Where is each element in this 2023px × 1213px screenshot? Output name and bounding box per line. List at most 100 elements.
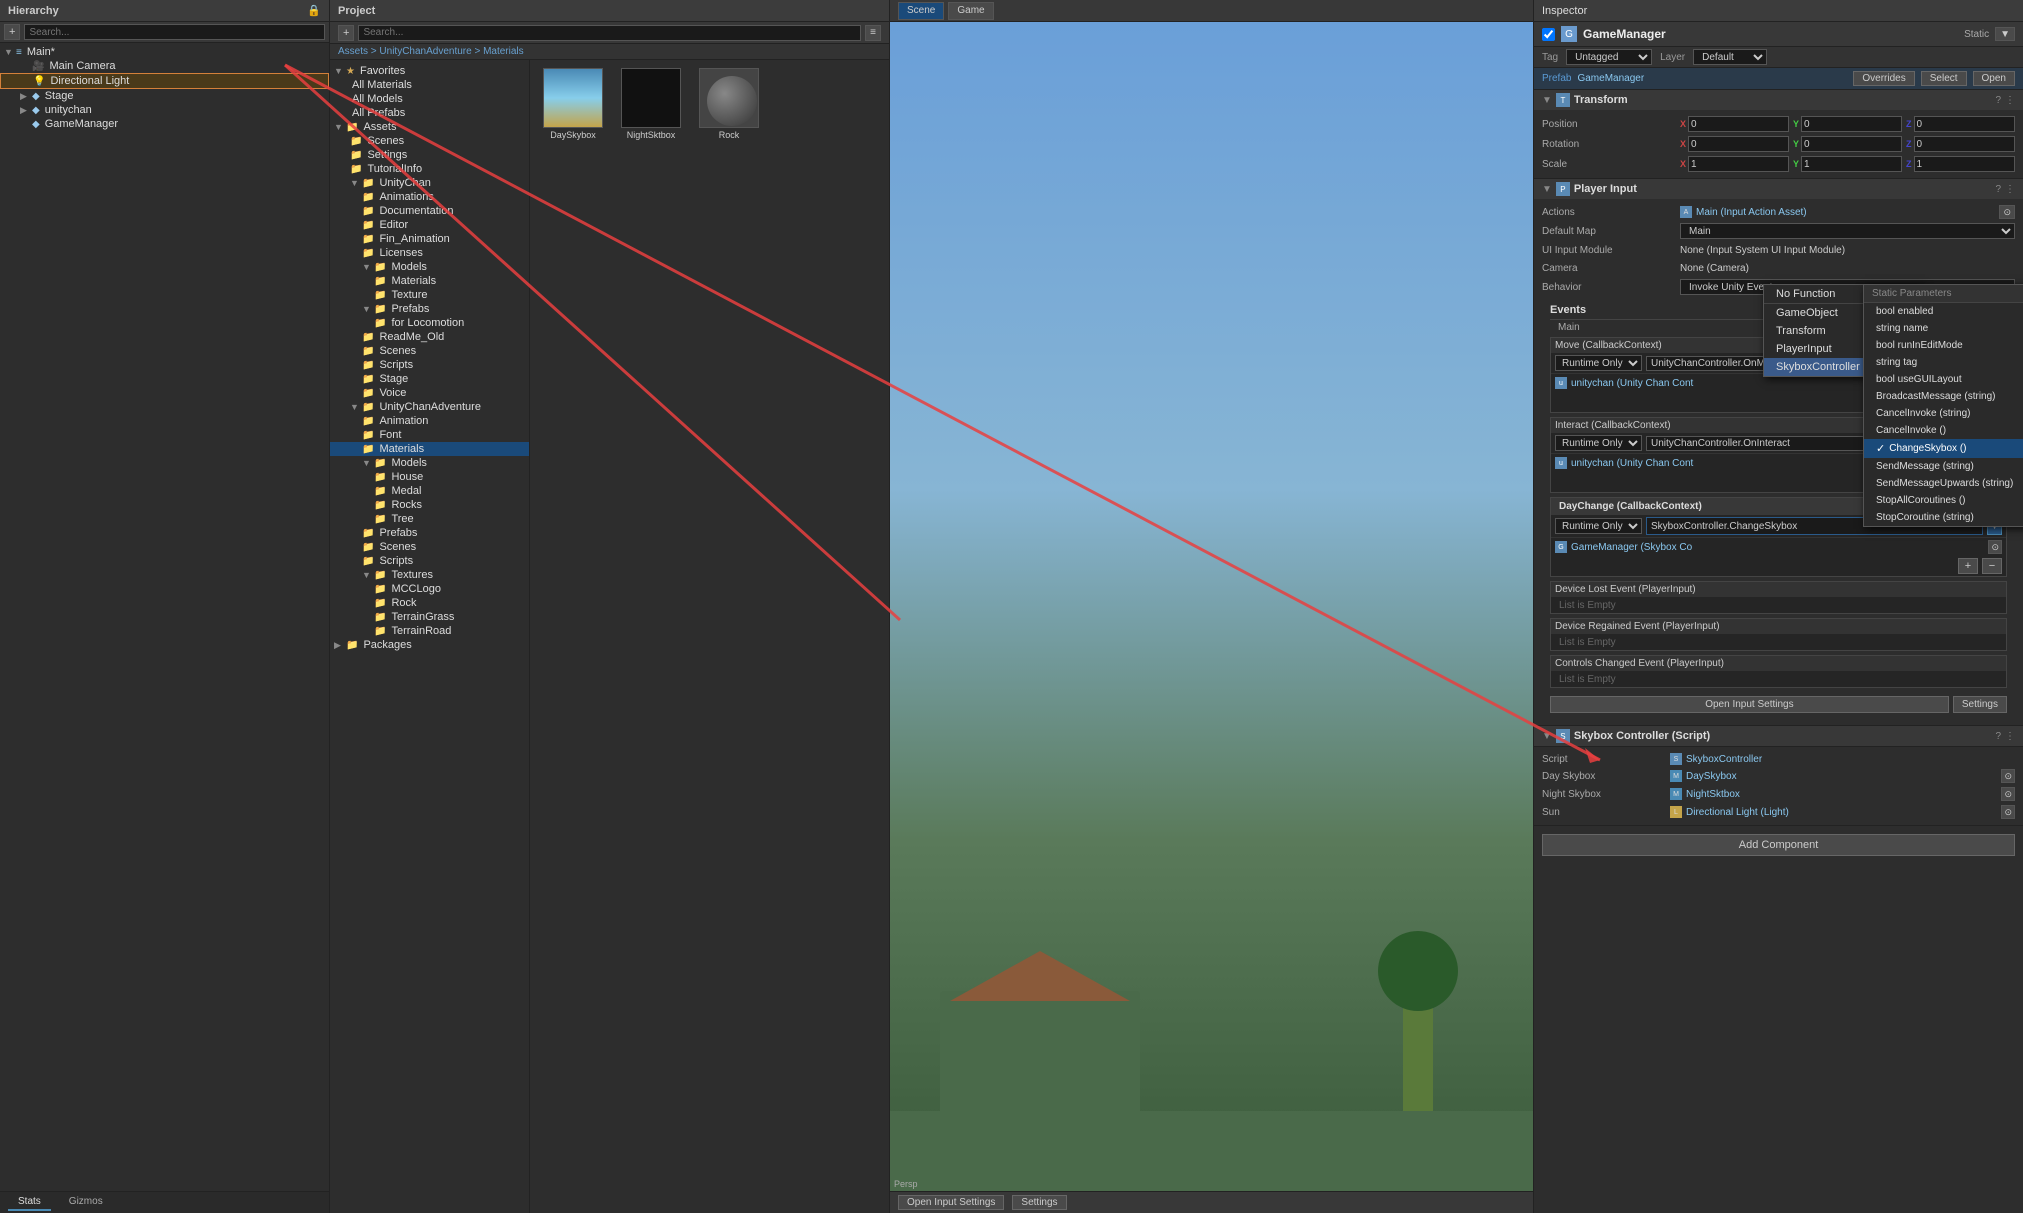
tree-item-scenes[interactable]: 📁 Scenes [330, 134, 529, 148]
hierarchy-item-gamemanager[interactable]: ◆ GameManager [0, 117, 329, 131]
favorites-all-prefabs[interactable]: All Prefabs [330, 106, 529, 120]
tree-item-tutorialinfo[interactable]: 📁 TutorialInfo [330, 162, 529, 176]
move-runtime-dropdown[interactable]: Runtime Only [1555, 355, 1642, 371]
tree-item-unitychan[interactable]: ▼ 📁 UnityChan [330, 176, 529, 190]
pos-z-input[interactable] [1914, 116, 2016, 132]
component-menu-icon[interactable]: ⋮ [2005, 95, 2015, 106]
tree-item-texture[interactable]: 📁 Texture [330, 288, 529, 302]
rot-y-input[interactable] [1801, 136, 1902, 152]
param-cancel-invoke-string[interactable]: CancelInvoke (string) [1864, 405, 2023, 422]
stats-tab[interactable]: Stats [8, 1194, 51, 1211]
tree-item-mcclogo[interactable]: 📁 MCCLogo [330, 582, 529, 596]
favorites-all-models[interactable]: All Models [330, 92, 529, 106]
tree-item-medal[interactable]: 📁 Medal [330, 484, 529, 498]
tree-item-textures[interactable]: ▼ 📁 Textures [330, 568, 529, 582]
static-dropdown-btn[interactable]: ▼ [1995, 27, 2015, 41]
game-tab[interactable]: Game [948, 2, 993, 20]
rot-x-input[interactable] [1688, 136, 1789, 152]
param-broadcast-message[interactable]: BroadcastMessage (string) [1864, 388, 2023, 405]
hierarchy-item-stage[interactable]: ▶ ◆ Stage [0, 89, 329, 103]
tree-item-rock[interactable]: 📁 Rock [330, 596, 529, 610]
tree-item-scenes-uca[interactable]: 📁 Scenes [330, 540, 529, 554]
open-input-settings-btn2[interactable]: Open Input Settings [1550, 696, 1949, 713]
layer-dropdown[interactable]: Default [1693, 49, 1767, 65]
object-active-toggle[interactable] [1542, 28, 1555, 41]
tree-item-fin-animation[interactable]: 📁 Fin_Animation [330, 232, 529, 246]
scale-y-input[interactable] [1801, 156, 1902, 172]
daychange-runtime-dropdown[interactable]: Runtime Only [1555, 518, 1642, 534]
rot-z-input[interactable] [1914, 136, 2016, 152]
tree-item-for-locomotion[interactable]: 📁 for Locomotion [330, 316, 529, 330]
tree-item-terraingrass[interactable]: 📁 TerrainGrass [330, 610, 529, 624]
tree-item-models[interactable]: ▼ 📁 Models [330, 260, 529, 274]
static-toggle[interactable]: Static [1964, 29, 1989, 40]
transform-header[interactable]: ▼ T Transform ? ⋮ [1534, 90, 2023, 110]
hierarchy-item-main[interactable]: ▼ ≡ Main* [0, 45, 329, 59]
tree-item-editor[interactable]: 📁 Editor [330, 218, 529, 232]
param-send-message[interactable]: SendMessage (string) [1864, 458, 2023, 475]
tree-item-materials[interactable]: 📁 Materials [330, 274, 529, 288]
settings-btn2[interactable]: Settings [1953, 696, 2007, 713]
actions-select-btn[interactable]: ⊙ [1999, 205, 2015, 219]
favorites-section[interactable]: ▼ ★ Favorites [330, 64, 529, 78]
daychange-obj-select-btn[interactable]: ⊙ [1988, 540, 2002, 554]
day-skybox-select-btn[interactable]: ⊙ [2001, 769, 2015, 783]
tag-dropdown[interactable]: Untagged [1566, 49, 1652, 65]
night-skybox-select-btn[interactable]: ⊙ [2001, 787, 2015, 801]
asset-item-rock[interactable]: Rock [694, 68, 764, 140]
hierarchy-item-unitychan[interactable]: ▶ ◆ unitychan [0, 103, 329, 117]
tree-item-scripts[interactable]: 📁 Scripts [330, 358, 529, 372]
tree-item-unitychanadventure[interactable]: ▼ 📁 UnityChanAdventure [330, 400, 529, 414]
param-bool-run-in-edit[interactable]: bool runInEditMode [1864, 337, 2023, 354]
tree-item-animation2[interactable]: 📁 Animation [330, 414, 529, 428]
interact-runtime-dropdown[interactable]: Runtime Only [1555, 435, 1642, 451]
favorites-all-materials[interactable]: All Materials [330, 78, 529, 92]
tree-item-prefabs-uca[interactable]: 📁 Prefabs [330, 526, 529, 540]
tree-item-packages[interactable]: ▶ 📁 Packages [330, 638, 529, 652]
param-bool-enabled[interactable]: bool enabled [1864, 303, 2023, 320]
daychange-remove-btn[interactable]: − [1982, 558, 2002, 574]
project-search[interactable] [358, 25, 861, 41]
select-btn[interactable]: Select [1921, 71, 1967, 86]
param-cancel-invoke[interactable]: CancelInvoke () [1864, 422, 2023, 439]
scale-z-input[interactable] [1914, 156, 2016, 172]
tree-item-prefabs[interactable]: ▼ 📁 Prefabs [330, 302, 529, 316]
param-string-tag[interactable]: string tag [1864, 354, 2023, 371]
settings-btn[interactable]: Settings [1012, 1195, 1066, 1210]
project-view-btn[interactable]: ≡ [865, 25, 881, 41]
player-input-header[interactable]: ▼ P Player Input ? ⋮ [1534, 179, 2023, 199]
tree-item-tree[interactable]: 📁 Tree [330, 512, 529, 526]
tree-item-settings[interactable]: 📁 Settings [330, 148, 529, 162]
add-component-btn[interactable]: Add Component [1542, 834, 2015, 856]
scale-x-input[interactable] [1688, 156, 1789, 172]
component-menu-icon[interactable]: ⋮ [2005, 184, 2015, 195]
project-add-btn[interactable]: + [338, 25, 354, 41]
tree-item-rocks[interactable]: 📁 Rocks [330, 498, 529, 512]
param-change-skybox[interactable]: ✓ ChangeSkybox () [1864, 439, 2023, 458]
skybox-controller-header[interactable]: ▼ S Skybox Controller (Script) ? ⋮ [1534, 726, 2023, 746]
hierarchy-search[interactable] [24, 24, 325, 40]
asset-item-dayskybox[interactable]: DaySkybox [538, 68, 608, 140]
tree-item-terrainroad[interactable]: 📁 TerrainRoad [330, 624, 529, 638]
scene-tab[interactable]: Scene [898, 2, 944, 20]
default-map-dropdown[interactable]: Main [1680, 223, 2015, 239]
tree-item-readme-old[interactable]: 📁 ReadMe_Old [330, 330, 529, 344]
hierarchy-item-directional-light[interactable]: 💡 Directional Light [0, 73, 329, 89]
param-stop-all-coroutines[interactable]: StopAllCoroutines () [1864, 492, 2023, 509]
tree-item-documentation[interactable]: 📁 Documentation [330, 204, 529, 218]
assets-section[interactable]: ▼ 📁 Assets [330, 120, 529, 134]
param-bool-use-guilayout[interactable]: bool useGUILayout [1864, 371, 2023, 388]
param-send-message-upwards[interactable]: SendMessageUpwards (string) [1864, 475, 2023, 492]
tree-item-house[interactable]: 📁 House [330, 470, 529, 484]
param-string-name[interactable]: string name [1864, 320, 2023, 337]
open-input-settings-btn[interactable]: Open Input Settings [898, 1195, 1004, 1210]
tree-item-stage[interactable]: 📁 Stage [330, 372, 529, 386]
tree-item-materials-uca[interactable]: 📁 Materials [330, 442, 529, 456]
hierarchy-item-camera[interactable]: 🎥 Main Camera [0, 59, 329, 73]
param-stop-coroutine[interactable]: StopCoroutine (string) [1864, 509, 2023, 526]
asset-item-nightskybox[interactable]: NightSktbox [616, 68, 686, 140]
sun-select-btn[interactable]: ⊙ [2001, 805, 2015, 819]
pos-y-input[interactable] [1801, 116, 1902, 132]
daychange-add-btn[interactable]: + [1958, 558, 1978, 574]
tree-item-scripts-uca[interactable]: 📁 Scripts [330, 554, 529, 568]
